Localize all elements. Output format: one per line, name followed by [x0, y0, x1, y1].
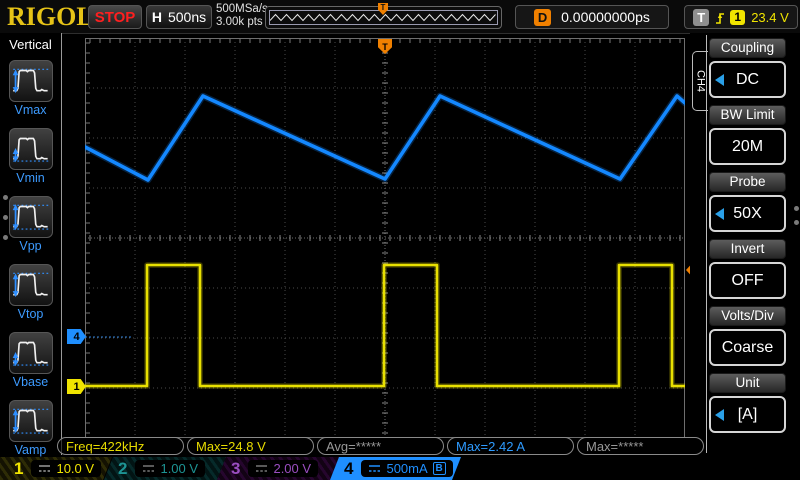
- measurement-slot-4[interactable]: Max=2.42 A: [447, 437, 574, 455]
- rising-edge-icon: [714, 10, 726, 25]
- invert-value-button[interactable]: OFF: [709, 262, 786, 299]
- channel-4-indicator[interactable]: 4 500mA B: [330, 457, 461, 480]
- bwlimit-label: BW Limit: [709, 105, 786, 125]
- bw-limit-badge: B: [433, 462, 446, 475]
- coupling-item: Coupling DC: [709, 38, 786, 98]
- vamp-item: Vamp: [0, 400, 61, 457]
- trigger-level-value: 23.4 V: [751, 10, 789, 25]
- left-menu-title: Vertical: [0, 33, 61, 52]
- vmax-button[interactable]: [9, 60, 53, 102]
- voltsdiv-item: Volts/Div Coarse: [709, 306, 786, 366]
- rigol-logo: RIGOL: [7, 2, 94, 32]
- timebase-value: 500ns: [168, 9, 206, 25]
- invert-item: Invert OFF: [709, 239, 786, 299]
- vtop-item: Vtop: [0, 264, 61, 321]
- channel-1-number: 1: [14, 459, 23, 479]
- page-dot: [3, 195, 8, 200]
- channel-2-number: 2: [118, 459, 127, 479]
- coupling-value-button[interactable]: DC: [709, 61, 786, 98]
- top-bar: RIGOL STOP H 500ns 500MSa/s 3.00k pts T …: [0, 0, 800, 34]
- vpp-button[interactable]: [9, 196, 53, 238]
- left-arrow-icon: [715, 74, 724, 86]
- ch4-zero-marker[interactable]: 4: [67, 329, 86, 344]
- bwlimit-value-button[interactable]: 20M: [709, 128, 786, 165]
- page-dot: [3, 215, 8, 220]
- vbase-item: Vbase: [0, 332, 61, 389]
- dc-coupling-icon: [38, 463, 51, 474]
- probe-value-button[interactable]: 50X: [709, 195, 786, 232]
- channel-1-scale: 10.0 V: [56, 461, 94, 476]
- vmin-icon: [10, 129, 52, 167]
- vtop-label: Vtop: [0, 307, 61, 321]
- vmax-label: Vmax: [0, 103, 61, 117]
- delay-icon: D: [534, 9, 551, 26]
- run-stop-status[interactable]: STOP: [88, 5, 142, 29]
- channel-4-scale: 500mA: [386, 461, 427, 476]
- acquisition-info: 500MSa/s 3.00k pts: [216, 3, 268, 29]
- channel-3-scale: 2.00 V: [273, 461, 311, 476]
- dc-coupling-icon: [142, 463, 155, 474]
- horizontal-timebase[interactable]: H 500ns: [146, 5, 212, 29]
- vbase-icon: [10, 333, 52, 371]
- vtop-button[interactable]: [9, 264, 53, 306]
- vmin-button[interactable]: [9, 128, 53, 170]
- vamp-label: Vamp: [0, 443, 61, 457]
- vmax-icon: [10, 61, 52, 99]
- page-dot: [794, 206, 799, 211]
- h-label: H: [152, 9, 162, 25]
- channel-1-indicator[interactable]: 1 10.0 V: [0, 457, 112, 480]
- vtop-icon: [10, 265, 52, 303]
- vpp-icon: [10, 197, 52, 235]
- measurement-slot-2[interactable]: Max=24.8 V: [187, 437, 314, 455]
- channel-3-number: 3: [231, 459, 240, 479]
- measurement-slot-5[interactable]: Max=*****: [577, 437, 704, 455]
- vpp-item: Vpp: [0, 196, 61, 253]
- delay-display[interactable]: D 0.00000000ps: [515, 5, 669, 29]
- vmin-label: Vmin: [0, 171, 61, 185]
- waveform-display: [85, 38, 685, 438]
- dc-coupling-icon: [368, 463, 381, 474]
- trigger-info[interactable]: T 1 23.4 V: [684, 5, 798, 29]
- unit-item: Unit [A]: [709, 373, 786, 433]
- left-arrow-icon: [715, 208, 724, 220]
- waveform-preview-strip[interactable]: T: [265, 6, 502, 29]
- delay-value: 0.00000000ps: [561, 9, 650, 25]
- measurement-slot-1[interactable]: Freq=422kHz: [57, 437, 184, 455]
- measurement-slot-3[interactable]: Avg=*****: [317, 437, 444, 455]
- unit-value-button[interactable]: [A]: [709, 396, 786, 433]
- channel-4-number: 4: [344, 459, 353, 479]
- vmin-item: Vmin: [0, 128, 61, 185]
- probe-item: Probe 50X: [709, 172, 786, 232]
- probe-label: Probe: [709, 172, 786, 192]
- left-measure-menu: Vertical Vmax Vmin Vpp Vtop Vbase Vamp: [0, 33, 62, 455]
- vbase-label: Vbase: [0, 375, 61, 389]
- left-arrow-icon: [715, 409, 724, 421]
- dc-coupling-icon: [255, 463, 268, 474]
- vamp-icon: [10, 401, 52, 439]
- channel-bar: 1 10.0 V 2 1.00 V 3 2.: [0, 457, 800, 480]
- page-dot: [3, 235, 8, 240]
- channel-2-indicator[interactable]: 2 1.00 V: [104, 457, 226, 480]
- page-dot: [794, 220, 799, 225]
- channel-2-scale: 1.00 V: [160, 461, 198, 476]
- vmax-item: Vmax: [0, 60, 61, 117]
- memory-depth: 3.00k pts: [216, 16, 268, 29]
- vamp-button[interactable]: [9, 400, 53, 442]
- ch1-zero-marker[interactable]: 1: [67, 379, 86, 394]
- trigger-source-badge: 1: [730, 10, 745, 25]
- ch4-menu: CH4 Coupling DC BW Limit 20M Probe 50X I…: [690, 33, 800, 455]
- invert-label: Invert: [709, 239, 786, 259]
- bwlimit-item: BW Limit 20M: [709, 105, 786, 165]
- oscilloscope-screen: RIGOL STOP H 500ns 500MSa/s 3.00k pts T …: [0, 0, 800, 480]
- coupling-label: Coupling: [709, 38, 786, 58]
- trigger-t-badge: T: [693, 9, 709, 26]
- voltsdiv-label: Volts/Div: [709, 306, 786, 326]
- vpp-label: Vpp: [0, 239, 61, 253]
- unit-label: Unit: [709, 373, 786, 393]
- sample-rate: 500MSa/s: [216, 3, 268, 16]
- ch4-tab: CH4: [692, 51, 708, 111]
- channel-3-indicator[interactable]: 3 2.00 V: [217, 457, 339, 480]
- vbase-button[interactable]: [9, 332, 53, 374]
- voltsdiv-value-button[interactable]: Coarse: [709, 329, 786, 366]
